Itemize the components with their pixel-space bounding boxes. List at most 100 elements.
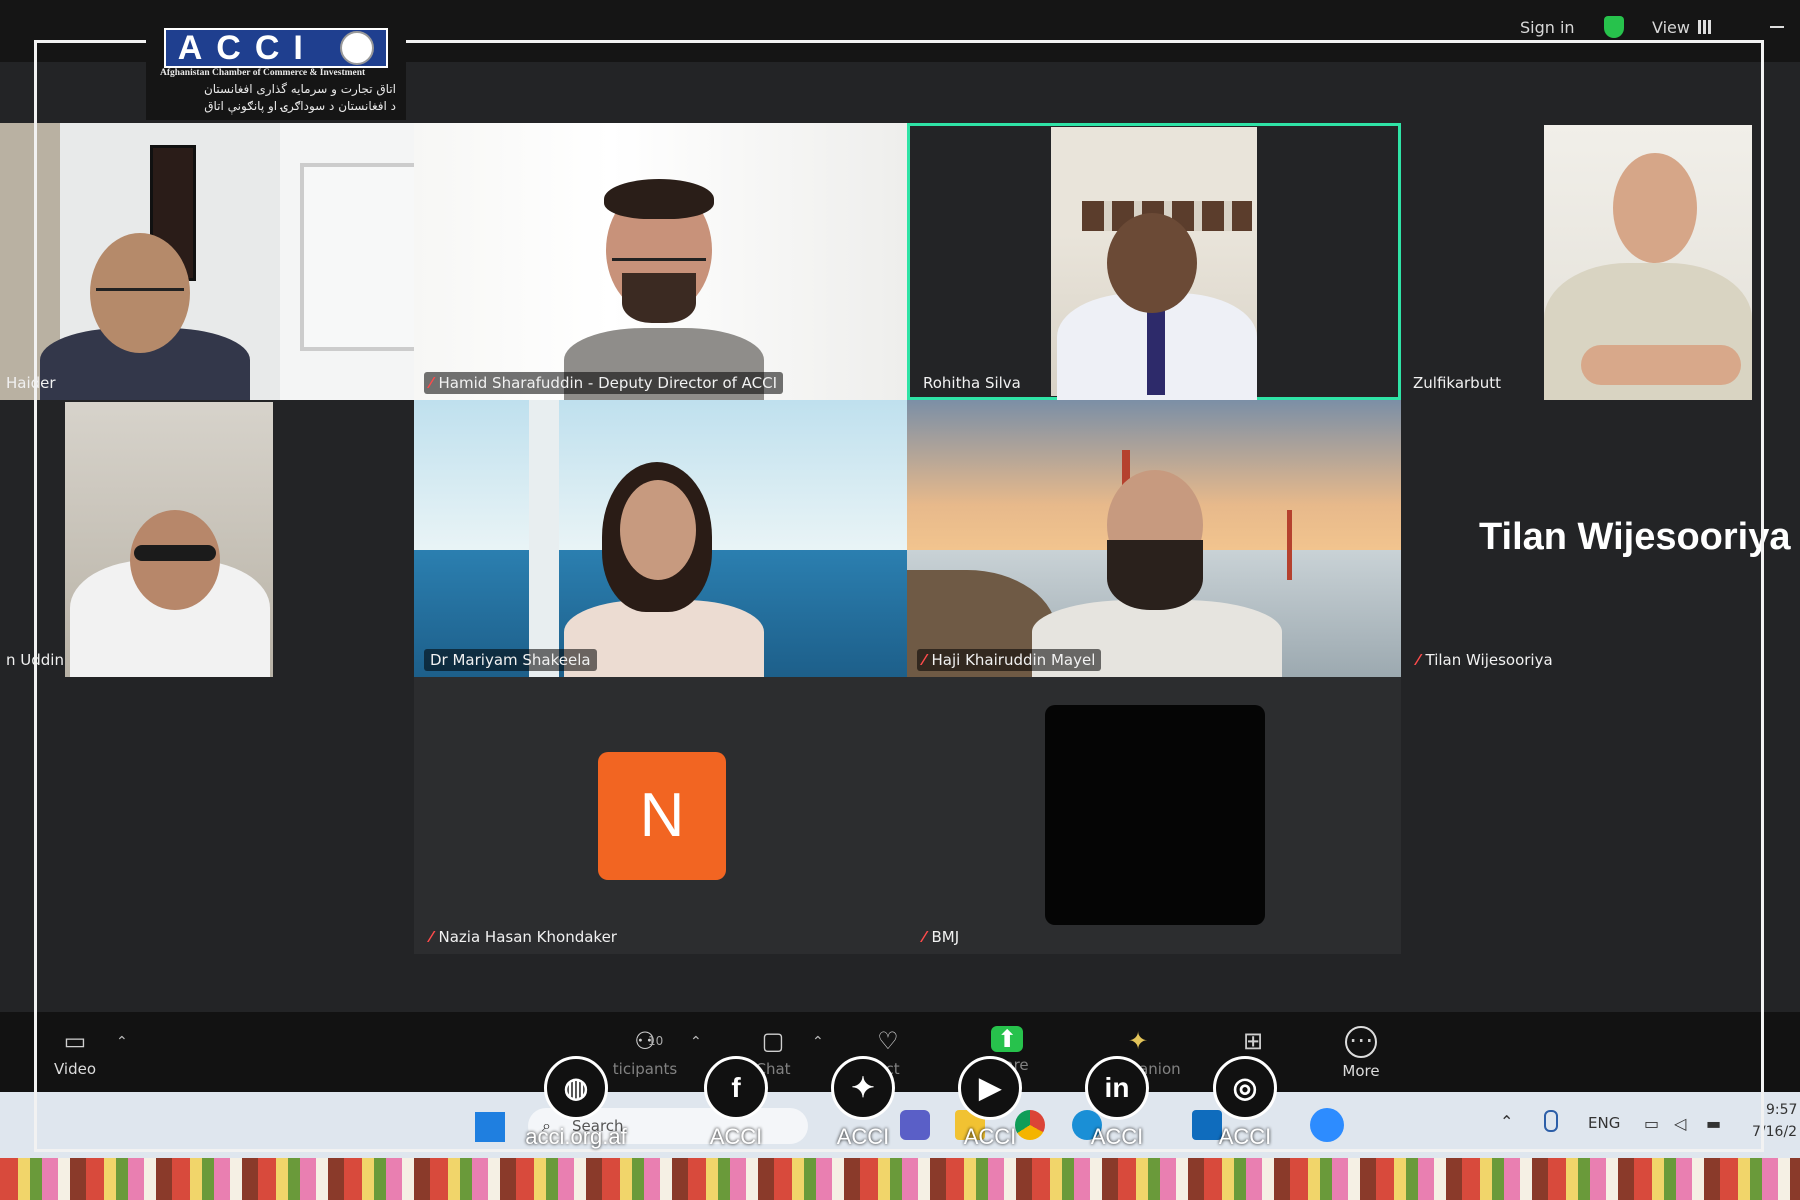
- social-facebook: f ACCI: [676, 1056, 796, 1150]
- windows-start-icon[interactable]: [475, 1112, 505, 1142]
- social-website: ◍ acci.org.af: [516, 1056, 636, 1150]
- more-label: More: [1342, 1062, 1380, 1080]
- grid-icon[interactable]: [1698, 20, 1712, 34]
- participant-name-tag: Dr Mariyam Shakeela: [424, 649, 597, 671]
- mic-muted-icon: ⁄: [430, 374, 433, 392]
- minimize-icon[interactable]: [1770, 26, 1784, 28]
- more-icon: ⋯: [1345, 1026, 1377, 1058]
- participant-name: Dr Mariyam Shakeela: [430, 651, 591, 669]
- glasses: [96, 288, 184, 291]
- chevron-up-icon[interactable]: ⌃: [812, 1034, 824, 1050]
- person-head: [1107, 213, 1197, 313]
- sparkle-icon: ✦: [1127, 1027, 1149, 1055]
- participant-name-tag: Zulfikarbutt: [1407, 372, 1507, 394]
- video-camera-icon: ▭: [63, 1027, 87, 1055]
- participant-name-tag: ⁄ Hamid Sharafuddin - Deputy Director of…: [424, 372, 784, 394]
- participant-big-name: Tilan Wijesooriya: [1479, 516, 1791, 558]
- person-head: [90, 233, 190, 353]
- participant-name: Rohitha Silva: [923, 374, 1021, 392]
- social-label: acci.org.af: [525, 1124, 627, 1149]
- participant-name-tag: Haider: [0, 372, 62, 394]
- acci-logo: ACCI Afghanistan Chamber of Commerce & I…: [146, 22, 406, 120]
- sign-in-link[interactable]: Sign in: [1520, 18, 1575, 37]
- video-tile-rohitha-active-speaker[interactable]: Rohitha Silva: [907, 123, 1401, 400]
- social-instagram: ◎ ACCI: [1185, 1056, 1305, 1150]
- video-tile-mariyam[interactable]: Dr Mariyam Shakeela: [414, 400, 907, 677]
- share-screen-icon: ⬆: [991, 1026, 1023, 1052]
- battery-icon[interactable]: ▬: [1706, 1114, 1721, 1133]
- video-tile-nazia[interactable]: N ⁄ Nazia Hasan Khondaker: [414, 677, 907, 954]
- person-head: [1613, 153, 1697, 263]
- apps-icon: ⊞: [1242, 1027, 1264, 1055]
- microphone-icon[interactable]: [1544, 1110, 1558, 1132]
- social-label: ACCI: [1218, 1124, 1272, 1149]
- network-icon[interactable]: ▭: [1644, 1114, 1659, 1133]
- chevron-up-icon[interactable]: ⌃: [1500, 1112, 1513, 1131]
- instagram-icon: ◎: [1213, 1056, 1277, 1120]
- video-tile-zulfikarbutt[interactable]: Zulfikarbutt: [1401, 123, 1800, 400]
- logo-dari-subtitle: اتاق تجارت و سرمایه گذاری افغانستان: [203, 82, 396, 96]
- chevron-up-icon[interactable]: ⌃: [116, 1034, 128, 1050]
- participant-name: Tilan Wijesooriya: [1425, 651, 1553, 669]
- person-hair: [604, 179, 714, 219]
- chat-icon: ▢: [761, 1027, 785, 1055]
- video-label: Video: [53, 1060, 97, 1078]
- globe-icon: ◍: [544, 1056, 608, 1120]
- video-tile-hamid[interactable]: ⁄ Hamid Sharafuddin - Deputy Director of…: [414, 123, 907, 400]
- pillar: [529, 400, 559, 677]
- volume-icon[interactable]: ◁: [1674, 1114, 1686, 1133]
- participant-name-tag: Rohitha Silva: [917, 372, 1027, 394]
- hands: [1581, 345, 1741, 385]
- person-beard: [1107, 540, 1203, 610]
- video-tile-khairuddin[interactable]: ⁄ Haji Khairuddin Mayel: [907, 400, 1401, 677]
- clock-date[interactable]: 7/16/2: [1752, 1124, 1797, 1140]
- participant-name-tag: ⁄ Haji Khairuddin Mayel: [917, 649, 1102, 671]
- participant-name: n Uddin: [6, 651, 64, 669]
- language-indicator[interactable]: ENG: [1588, 1114, 1620, 1132]
- participant-name: Haji Khairuddin Mayel: [931, 651, 1096, 669]
- chevron-up-icon[interactable]: ⌃: [690, 1034, 702, 1050]
- video-tile-bmj[interactable]: ⁄ BMJ: [907, 677, 1401, 954]
- logo-text: ACCI: [177, 28, 317, 67]
- social-label: ACCI: [709, 1124, 763, 1149]
- mic-muted-icon: ⁄: [923, 651, 926, 669]
- twitter-icon: ✦: [831, 1056, 895, 1120]
- participant-name: BMJ: [931, 928, 960, 946]
- more-button[interactable]: ⋯ More: [1316, 1012, 1406, 1092]
- participant-name-tag: ⁄ Tilan Wijesooriya: [1411, 649, 1559, 671]
- logo-english-subtitle: Afghanistan Chamber of Commerce & Invest…: [160, 68, 366, 78]
- person-head: [620, 480, 696, 580]
- mic-muted-icon: ⁄: [430, 928, 433, 946]
- social-youtube: ▶ ACCI: [930, 1056, 1050, 1150]
- social-twitter: ✦ ACCI: [803, 1056, 923, 1150]
- video-tile-uddin[interactable]: n Uddin: [0, 400, 414, 677]
- participant-name-tag: ⁄ BMJ: [917, 926, 965, 948]
- social-linkedin: in ACCI: [1057, 1056, 1177, 1150]
- youtube-icon: ▶: [958, 1056, 1022, 1120]
- logo-pashto-subtitle: د افغانستان د سوداګرۍ او پانګونې اتاق: [204, 99, 396, 113]
- mic-muted-icon: ⁄: [1417, 651, 1420, 669]
- participant-name: Zulfikarbutt: [1413, 374, 1501, 392]
- view-menu[interactable]: View: [1652, 18, 1690, 37]
- video-tile-haider[interactable]: Haider: [0, 123, 414, 400]
- linkedin-icon: in: [1085, 1056, 1149, 1120]
- participant-name-tag: ⁄ Nazia Hasan Khondaker: [424, 926, 623, 948]
- video-button[interactable]: ▭ Video: [30, 1012, 120, 1092]
- person-beard: [622, 273, 696, 323]
- shield-icon: [1604, 16, 1624, 38]
- participant-name-tag: n Uddin: [0, 649, 70, 671]
- sunglasses: [134, 545, 216, 561]
- participant-name: Haider: [6, 374, 56, 392]
- blank-video: [1045, 705, 1265, 925]
- zoom-app-icon[interactable]: [1310, 1108, 1344, 1142]
- heart-icon: ♡: [877, 1027, 899, 1055]
- participant-name: Hamid Sharafuddin - Deputy Director of A…: [438, 374, 778, 392]
- social-label: ACCI: [1090, 1124, 1144, 1149]
- mic-muted-icon: ⁄: [923, 928, 926, 946]
- participant-name: Nazia Hasan Khondaker: [438, 928, 617, 946]
- globe-logo-icon: [340, 31, 375, 65]
- clock-time[interactable]: 9:57: [1766, 1102, 1797, 1118]
- window: [300, 163, 414, 351]
- social-label: ACCI: [836, 1124, 890, 1149]
- video-tile-tilan[interactable]: Tilan Wijesooriya ⁄ Tilan Wijesooriya: [1401, 400, 1800, 677]
